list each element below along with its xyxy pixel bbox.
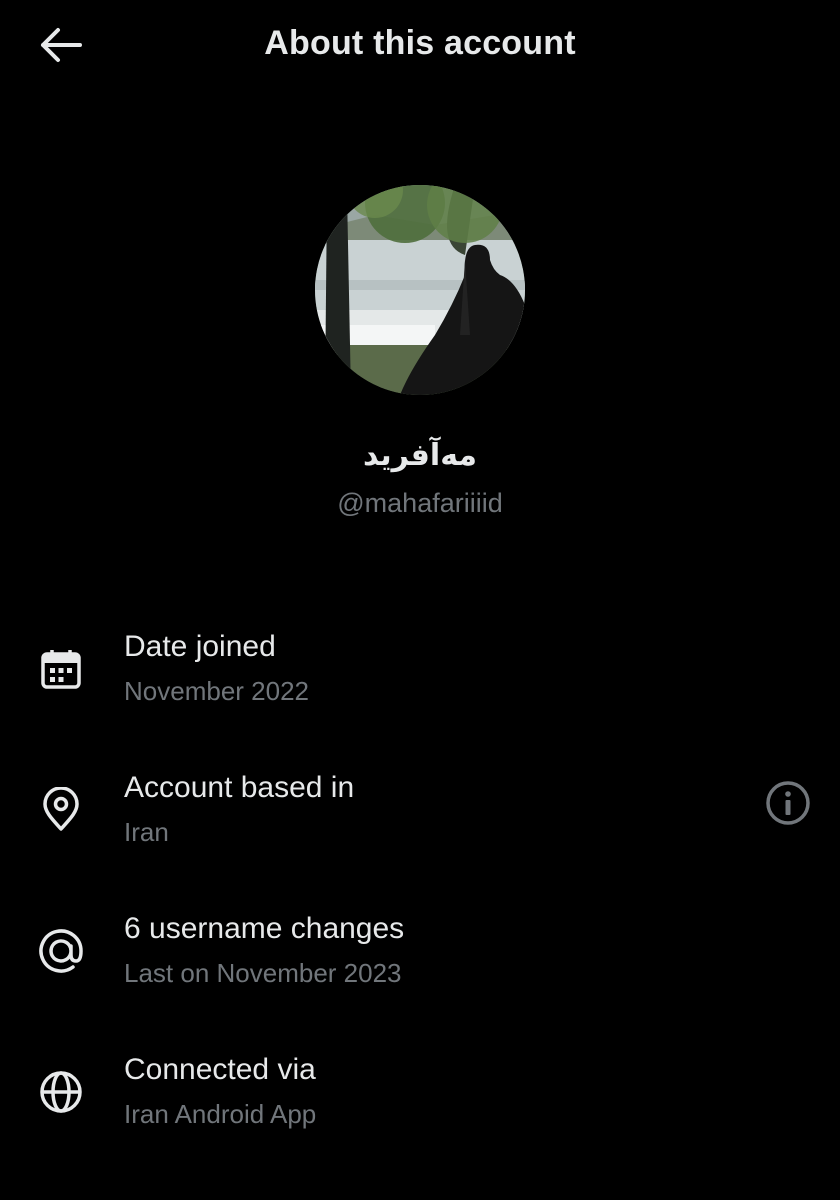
location-pin-icon bbox=[36, 785, 86, 835]
at-sign-icon bbox=[36, 926, 86, 976]
date-joined-row: Date joined November 2022 bbox=[0, 630, 840, 740]
username-changes-row: 6 username changes Last on November 2023 bbox=[0, 912, 840, 1022]
date-joined-value: November 2022 bbox=[124, 676, 309, 706]
connected-via-value: Iran Android App bbox=[124, 1099, 317, 1129]
avatar[interactable] bbox=[315, 185, 525, 395]
username-handle: @mahafariiiid bbox=[337, 488, 503, 518]
account-based-in-row: Account based in Iran bbox=[0, 771, 840, 881]
info-button[interactable] bbox=[760, 775, 816, 831]
display-name: مه‌آفرید bbox=[363, 438, 477, 473]
calendar-icon bbox=[36, 644, 86, 694]
top-app-bar: About this account bbox=[0, 0, 840, 90]
connected-via-label: Connected via bbox=[124, 1053, 316, 1086]
page-title: About this account bbox=[264, 24, 576, 62]
date-joined-label: Date joined bbox=[124, 630, 276, 663]
account-based-in-label: Account based in bbox=[124, 771, 355, 804]
username-changes-label: 6 username changes bbox=[124, 912, 405, 945]
account-based-in-value: Iran bbox=[124, 817, 169, 847]
globe-icon bbox=[36, 1067, 86, 1117]
info-icon bbox=[766, 781, 810, 825]
username-changes-value: Last on November 2023 bbox=[124, 958, 402, 988]
avatar-image bbox=[315, 185, 525, 395]
connected-via-row: Connected via Iran Android App bbox=[0, 1053, 840, 1163]
